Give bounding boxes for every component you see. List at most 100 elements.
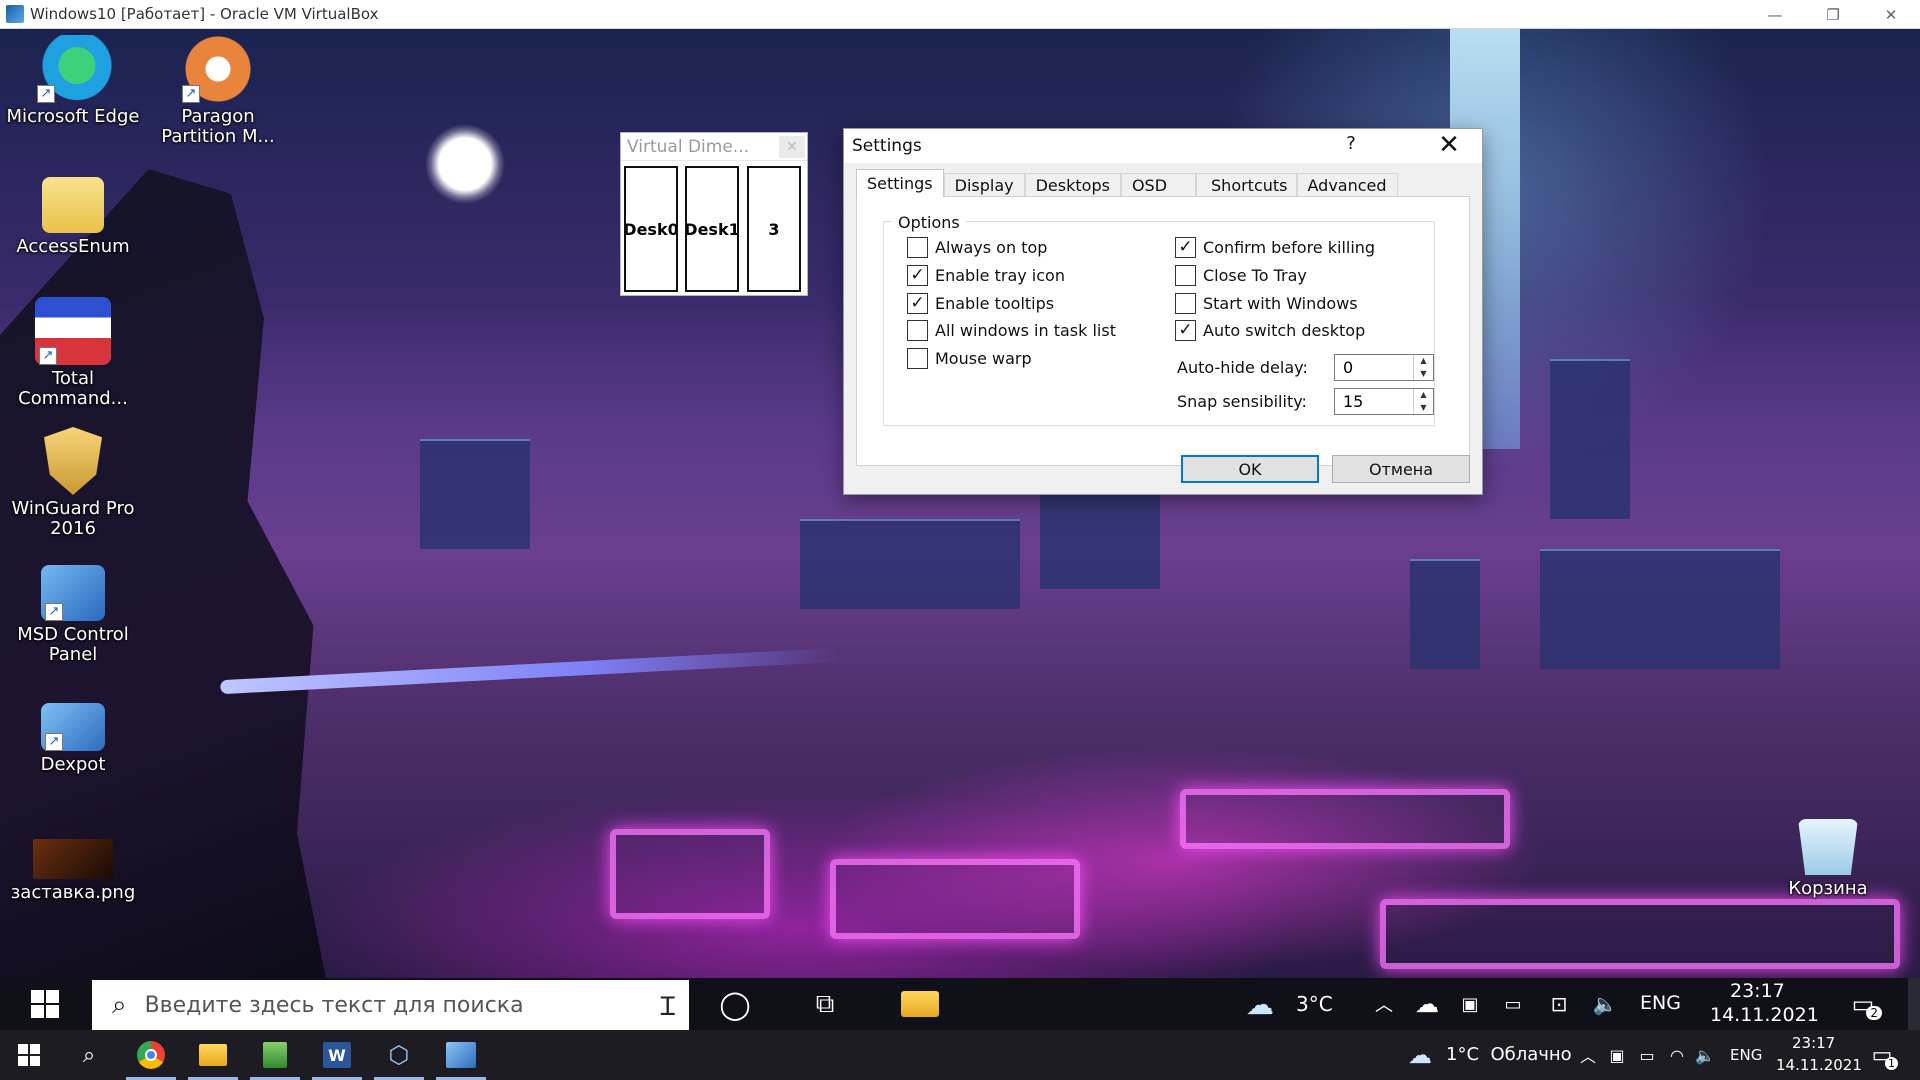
host-volume-icon[interactable]: 🔈	[1692, 1030, 1718, 1080]
start-button[interactable]	[22, 978, 68, 1030]
vd-desktop-1[interactable]: Desk0	[624, 166, 678, 292]
wallpaper-neon	[1380, 899, 1900, 969]
tab-display[interactable]: Display	[943, 173, 1025, 197]
tab-settings[interactable]: Settings	[856, 169, 944, 197]
settings-close-button[interactable]: ✕	[1434, 131, 1464, 159]
auto-hide-delay-input[interactable]	[1335, 355, 1413, 380]
option-label: Auto switch desktop	[1203, 321, 1366, 340]
volume-icon[interactable]: 🔈	[1588, 978, 1622, 1030]
desktop-icon-accessenum[interactable]: AccessEnum	[3, 169, 143, 257]
option-confirm-before-killing[interactable]: ✓ Confirm before killing	[1175, 237, 1375, 258]
minimize-button[interactable]: —	[1746, 0, 1804, 29]
host-notification-icon[interactable]: ▭ 1	[1862, 1030, 1902, 1080]
checkbox[interactable]: ✓	[907, 265, 928, 286]
spin-up-icon[interactable]: ▲	[1414, 389, 1433, 402]
notepad-icon[interactable]	[246, 1030, 304, 1080]
option-label: All windows in task list	[935, 321, 1116, 340]
desktop-icon-total-commander[interactable]: ↗ Total Command...	[3, 297, 143, 409]
restore-button[interactable]: ❐	[1804, 0, 1862, 29]
settings-dialog[interactable]: Settings ? ✕ Settings Display Desktops O…	[843, 128, 1483, 495]
guest-weather-temp[interactable]: 3°C	[1296, 992, 1333, 1016]
desktop-icon-paragon[interactable]: ↗ Paragon Partition M...	[148, 35, 288, 147]
desktop-icon-winguard[interactable]: WinGuard Pro 2016	[3, 427, 143, 539]
snap-sensibility-spinner[interactable]: ▲▼	[1334, 388, 1434, 415]
option-enable-tray-icon[interactable]: ✓ Enable tray icon	[907, 265, 1065, 286]
spin-up-icon[interactable]: ▲	[1414, 355, 1433, 368]
guest-language[interactable]: ENG	[1640, 992, 1681, 1014]
notification-center-icon[interactable]: ▭ 2	[1840, 978, 1886, 1030]
checkbox[interactable]	[907, 320, 928, 341]
checkbox[interactable]	[1175, 265, 1196, 286]
vd-desktop-2[interactable]: Desk1	[685, 166, 739, 292]
host-wifi-icon[interactable]: ◠	[1664, 1030, 1690, 1080]
checkbox[interactable]: ✓	[907, 293, 928, 314]
checkbox[interactable]: ✓	[1175, 320, 1196, 341]
desktop-icon-recycle-bin[interactable]: Корзина	[1758, 819, 1898, 899]
host-weather[interactable]: 1°C Облачно	[1446, 1044, 1572, 1065]
spin-down-icon[interactable]: ▼	[1414, 402, 1433, 415]
option-auto-switch-desktop[interactable]: ✓ Auto switch desktop	[1175, 320, 1365, 341]
cortana-circle-icon[interactable]: ◯	[712, 978, 758, 1030]
host-clock-date[interactable]: 14.11.2021	[1776, 1056, 1862, 1074]
host-start-button[interactable]	[0, 1030, 58, 1080]
wallpaper-sword	[220, 647, 840, 695]
auto-hide-delay-spinner[interactable]: ▲▼	[1334, 354, 1434, 381]
guest-clock-time[interactable]: 23:17	[1730, 980, 1785, 1002]
host-file-explorer-icon[interactable]	[184, 1030, 242, 1080]
host-chevron-up-icon[interactable]: ︿	[1576, 1030, 1600, 1080]
snap-sensibility-input[interactable]	[1335, 389, 1413, 414]
show-desktop-button[interactable]	[1908, 978, 1920, 1030]
option-all-windows-in-task-list[interactable]: All windows in task list	[907, 320, 1116, 341]
word-icon[interactable]: W	[308, 1030, 366, 1080]
desktop-icon-label: Microsoft Edge	[6, 106, 140, 127]
desktop-icon-dexpot[interactable]: ↗ Dexpot	[3, 689, 143, 775]
spin-down-icon[interactable]: ▼	[1414, 368, 1433, 381]
desktop-icon-label: заставка.png	[10, 882, 136, 903]
checkbox[interactable]: ✓	[1175, 237, 1196, 258]
weather-cloud-icon[interactable]: ☁	[1236, 978, 1284, 1030]
battery-icon[interactable]: ▭	[1496, 978, 1530, 1030]
chrome-icon[interactable]	[122, 1030, 180, 1080]
option-mouse-warp[interactable]: Mouse warp	[907, 348, 1032, 369]
checkbox[interactable]	[1175, 293, 1196, 314]
chevron-up-icon[interactable]: ︿	[1370, 978, 1398, 1030]
help-button[interactable]: ?	[1336, 133, 1366, 154]
onedrive-icon[interactable]: ☁	[1410, 978, 1444, 1030]
virtual-dimension-window[interactable]: Virtual Dime... ✕ Desk0 Desk1 3	[620, 132, 808, 296]
option-close-to-tray[interactable]: Close To Tray	[1175, 265, 1307, 286]
checkbox[interactable]	[907, 348, 928, 369]
guest-clock-date[interactable]: 14.11.2021	[1710, 1004, 1819, 1026]
tab-shortcuts[interactable]: Shortcuts	[1196, 173, 1297, 197]
desktop-icon-msd-control-panel[interactable]: ↗ MSD Control Panel	[3, 557, 143, 665]
file-explorer-icon[interactable]	[895, 978, 945, 1030]
option-label: Confirm before killing	[1203, 238, 1376, 257]
close-button[interactable]: ✕	[1862, 0, 1920, 29]
checkbox[interactable]	[907, 237, 928, 258]
ok-button[interactable]: OK	[1181, 455, 1319, 483]
task-view-icon[interactable]: ⧉	[802, 978, 848, 1030]
tab-osd[interactable]: OSD	[1120, 173, 1197, 197]
meet-now-icon[interactable]: ▣	[1456, 978, 1484, 1030]
cancel-button[interactable]: Отмена	[1332, 455, 1470, 483]
tab-desktops[interactable]: Desktops	[1024, 173, 1121, 197]
host-clock-time[interactable]: 23:17	[1792, 1034, 1835, 1052]
desktop-icon-zastavka[interactable]: заставка.png	[3, 829, 143, 903]
vd-desktop-3[interactable]: 3	[747, 166, 801, 292]
option-start-with-windows[interactable]: Start with Windows	[1175, 293, 1358, 314]
vd-close-button[interactable]: ✕	[779, 136, 805, 158]
desktop-icon-edge[interactable]: ↗ Microsoft Edge	[3, 35, 143, 127]
host-weather-cloud-icon[interactable]: ☁	[1400, 1030, 1440, 1080]
guest-desktop[interactable]: ↗ Microsoft Edge ↗ Paragon Partition M..…	[0, 29, 1920, 978]
settings-titlebar[interactable]: Settings	[844, 129, 1482, 163]
host-battery-icon[interactable]: ▭	[1634, 1030, 1660, 1080]
network-icon[interactable]: ⊡	[1542, 978, 1576, 1030]
virtual-dimension-app-icon[interactable]	[432, 1030, 490, 1080]
host-search-icon[interactable]: ⌕	[60, 1030, 118, 1080]
option-always-on-top[interactable]: Always on top	[907, 237, 1047, 258]
host-language[interactable]: ENG	[1730, 1046, 1762, 1064]
guest-search-box[interactable]: ⌕ Введите здесь текст для поиска Ɪ	[92, 980, 689, 1030]
virtualbox-app-icon[interactable]: ⬡	[370, 1030, 428, 1080]
tab-advanced[interactable]: Advanced	[1296, 173, 1398, 197]
option-enable-tooltips[interactable]: ✓ Enable tooltips	[907, 293, 1054, 314]
host-meet-now-icon[interactable]: ▣	[1604, 1030, 1630, 1080]
